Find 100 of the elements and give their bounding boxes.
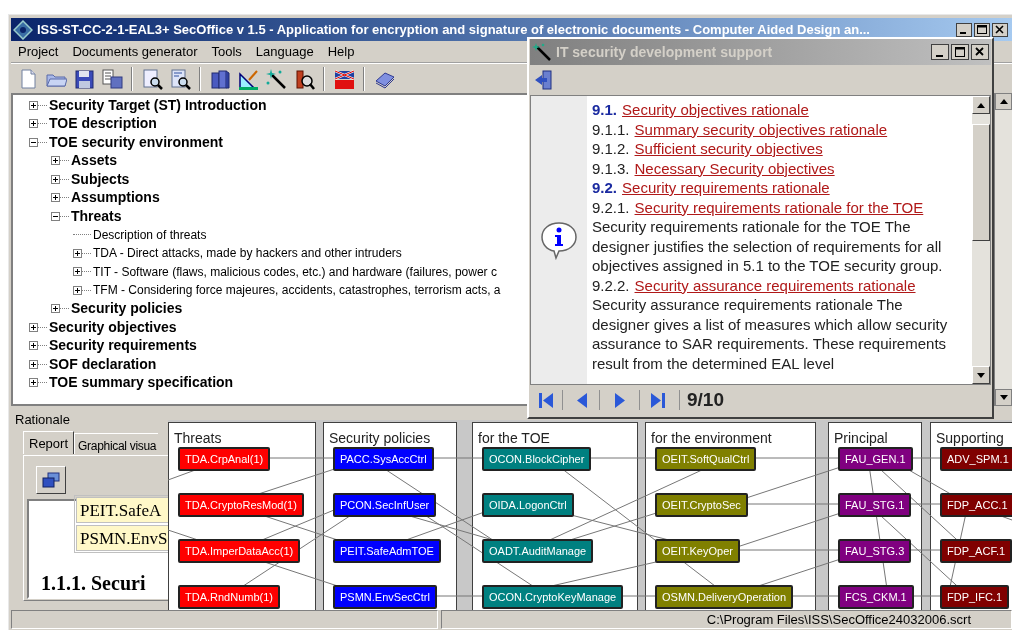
tree-item[interactable]: TOE summary specification xyxy=(49,372,234,394)
section-link[interactable]: Necessary Security objectives xyxy=(634,158,835,178)
expand-toggle[interactable] xyxy=(29,322,38,332)
expand-toggle[interactable] xyxy=(73,285,82,295)
section-number: 9.1.2. xyxy=(592,139,630,159)
section-link[interactable]: Security assurance requirements rationale xyxy=(634,275,916,295)
menu-item[interactable]: Project xyxy=(13,41,64,62)
graph-node[interactable]: FAU_STG.3 xyxy=(838,539,912,563)
graph-node[interactable]: TDA.CrpAnal(1) xyxy=(178,447,271,471)
maximize-button[interactable] xyxy=(951,44,969,60)
scroll-thumb[interactable] xyxy=(972,124,990,241)
expand-toggle[interactable] xyxy=(29,359,38,369)
maximize-button[interactable] xyxy=(974,22,990,37)
graph-node[interactable]: FDP_ACF.1 xyxy=(940,539,1012,563)
tree-item[interactable]: Description of threats xyxy=(93,225,207,244)
menu-item[interactable]: Help xyxy=(322,41,360,62)
save-all-icon[interactable] xyxy=(101,67,123,90)
minimize-button[interactable] xyxy=(931,44,949,60)
graph-node[interactable]: OCON.BlockCipher xyxy=(482,447,592,471)
graph-node[interactable]: OSMN.DeliveryOperation xyxy=(655,585,794,609)
expand-toggle[interactable] xyxy=(73,248,82,258)
section-link[interactable]: Security requirements rationale for the TOE xyxy=(634,197,924,217)
graph-node[interactable]: FAU_GEN.1 xyxy=(838,447,913,471)
tab[interactable]: Graphical visua xyxy=(74,433,159,454)
graph-node[interactable]: OADT.AuditManage xyxy=(482,539,594,563)
column-title: for the TOE xyxy=(478,429,550,448)
scrollbar[interactable] xyxy=(972,96,990,384)
tree-item[interactable]: TIT - Software (flaws, malicious codes, etc.) and hardware (failures, power c xyxy=(93,262,497,281)
graph-node[interactable]: FDP_ACC.1 xyxy=(940,493,1012,517)
close-button[interactable] xyxy=(971,44,989,60)
expand-toggle[interactable] xyxy=(29,341,38,351)
graph-node[interactable]: PCON.SecInfUser xyxy=(333,493,437,517)
exit-icon[interactable] xyxy=(533,69,555,91)
window-title: ISS-ST-CC-2-1-EAL3+ SecOffice v 1.5 - Application for encryption and signature of electronic documents - Computer Aided Design an... xyxy=(37,20,870,39)
app-icon xyxy=(13,19,33,40)
scroll-down-button[interactable] xyxy=(995,389,1012,406)
menu-item[interactable]: Language xyxy=(250,41,319,62)
graph-node[interactable]: OIDA.LogonCtrl xyxy=(482,493,574,517)
paragraph: Security requirements rationale for the TOE The designer justifies the selection of requirements for all objectives assigned in 5.1 to the TOE security group. xyxy=(592,217,944,276)
report-heading: 1.1.1. Securi xyxy=(41,571,146,596)
flag-icon[interactable] xyxy=(333,67,355,90)
arrow-up-icon xyxy=(999,99,1008,104)
column-title: for the environment xyxy=(651,429,772,448)
menu-item[interactable]: Documents generator xyxy=(67,41,203,62)
section-link[interactable]: Security objectives rationale xyxy=(622,100,809,120)
graph-node[interactable]: ADV_SPM.1 xyxy=(940,447,1012,471)
arrow-down-icon xyxy=(977,372,985,378)
arrow-up-icon xyxy=(977,102,985,108)
graph-node[interactable]: PACC.SysAccCtrl xyxy=(333,447,434,471)
windows-icon xyxy=(42,472,60,488)
section-link[interactable]: Security requirements rationale xyxy=(622,178,830,198)
section-link[interactable]: Summary security objectives rationale xyxy=(634,119,888,139)
panel-label: Rationale xyxy=(15,411,70,429)
tree-item[interactable]: Security Target (ST) Introduction xyxy=(49,95,267,116)
magnifier-icon[interactable] xyxy=(293,67,315,90)
expand-toggle[interactable] xyxy=(51,156,60,166)
collapse-toggle[interactable] xyxy=(51,211,60,221)
scroll-up-button[interactable] xyxy=(995,93,1012,110)
file-path: C:\Program Files\ISS\SecOffice24032006.scrt xyxy=(706,610,971,629)
paragraph: Security assurance requirements rationale The designer gives a list of measures which allow security assurance to SAR requirements. These requirements result from the determined EAL level xyxy=(592,295,949,373)
graph-node[interactable]: TDA.ImperDataAcc(1) xyxy=(178,539,301,563)
section-link[interactable]: Sufficient security objectives xyxy=(634,139,823,159)
info-icon xyxy=(539,220,579,260)
graph-node[interactable]: OEIT.SoftQualCtrl xyxy=(655,447,757,471)
expand-toggle[interactable] xyxy=(29,378,38,388)
graph-node[interactable]: PSMN.EnvSecCtrl xyxy=(333,585,437,609)
graph-node[interactable]: OEIT.KeyOper xyxy=(655,539,740,563)
expand-toggle[interactable] xyxy=(51,304,60,314)
magic-wand-icon xyxy=(532,42,552,62)
graph-node[interactable]: PEIT.SafeAdmTOE xyxy=(333,539,441,563)
window-title: IT security development support xyxy=(556,42,773,62)
column-title: Principal xyxy=(834,429,888,448)
menu-item[interactable]: Tools xyxy=(206,41,247,62)
section-number: 9.1.1. xyxy=(592,119,630,139)
column-title: Security policies xyxy=(329,429,431,448)
graph-node[interactable]: TDA.CryptoResMod(1) xyxy=(178,493,304,517)
graph-node[interactable]: FDP_IFC.1 xyxy=(940,585,1009,609)
restore-button[interactable] xyxy=(36,466,66,494)
graph-node[interactable]: OCON.CryptoKeyManage xyxy=(482,585,624,609)
print-preview-icon[interactable] xyxy=(141,67,163,90)
tree-item[interactable]: TDA - Direct attacks, made by hackers and other intruders xyxy=(93,244,402,263)
scrollbar[interactable] xyxy=(995,93,1012,406)
graph-node[interactable]: FCS_CKM.1 xyxy=(838,585,914,609)
graph-node[interactable]: TDA.RndNumb(1) xyxy=(178,585,281,609)
tree-item[interactable]: TFM - Considering force majeures, accidents, catastrophes, terrorism acts, a xyxy=(93,281,501,300)
expand-toggle[interactable] xyxy=(73,267,82,277)
expand-toggle[interactable] xyxy=(51,174,60,184)
find-in-document-icon[interactable] xyxy=(169,67,191,90)
books-icon[interactable] xyxy=(209,67,231,90)
expand-toggle[interactable] xyxy=(29,100,38,110)
tab[interactable]: Report xyxy=(23,431,75,454)
expand-toggle[interactable] xyxy=(29,119,38,129)
column-title: Supporting xyxy=(936,429,1004,448)
collapse-toggle[interactable] xyxy=(29,137,38,147)
close-button[interactable] xyxy=(992,22,1008,37)
expand-toggle[interactable] xyxy=(51,193,60,203)
minimize-button[interactable] xyxy=(956,22,972,37)
graph-node[interactable]: OEIT.CryptoSec xyxy=(655,493,748,517)
section-number: 9.1.3. xyxy=(592,158,630,178)
graph-node[interactable]: FAU_STG.1 xyxy=(838,493,912,517)
